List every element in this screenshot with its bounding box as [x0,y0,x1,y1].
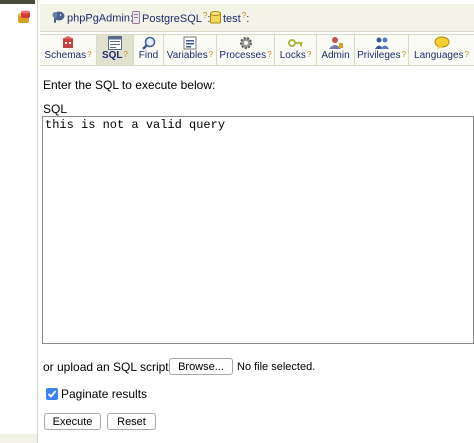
execute-button[interactable]: Execute [44,413,101,430]
find-icon [134,36,163,50]
sql-instructions: Enter the SQL to execute below: [43,78,216,92]
help-mark[interactable]: ? [124,50,128,59]
upload-label: or upload an SQL script: [43,360,172,374]
tree-top-bar [0,0,35,4]
breadcrumb-database[interactable]: test?: [210,11,249,27]
paginate-label: Paginate results [61,387,148,401]
tab-locks-label: Locks [279,50,306,61]
tab-locks[interactable]: Locks? [275,35,317,65]
help-mark[interactable]: ? [401,50,405,59]
help-mark[interactable]: ? [267,50,271,59]
tab-languages[interactable]: Languages? [409,35,474,65]
tab-admin[interactable]: Admin [317,35,355,65]
breadcrumb-engine[interactable]: PostgreSQL?: [132,11,210,27]
admin-icon [317,36,354,50]
breadcrumb-separator: : [246,12,250,25]
help-mark[interactable]: ? [307,50,311,59]
checkmark-icon [47,390,57,398]
variables-icon [164,36,216,50]
sql-icon [97,36,133,50]
paginate-checkbox[interactable] [46,388,58,400]
tab-variables-label: Variables [166,50,208,61]
users-icon [355,36,408,50]
key-icon [275,36,316,50]
no-file-label: No file selected. [237,361,316,373]
database-tabs: Schemas? SQL? Find Variables? Processes?… [40,34,474,66]
breadcrumb: phpPgAdmin: PostgreSQL?: test?: [40,4,474,32]
help-mark[interactable]: ? [209,50,213,59]
help-mark[interactable]: ? [87,50,91,59]
tab-admin-label: Admin [321,50,350,61]
server-icon [132,11,140,27]
gear-icon [217,36,274,50]
tree-bottom-bar [0,434,37,443]
tab-sql[interactable]: SQL? [97,35,134,65]
tab-schemas-label: Schemas [44,50,87,61]
tab-privileges-label: Privileges [357,50,401,61]
breadcrumb-database-label: test [223,12,241,25]
breadcrumb-server[interactable]: phpPgAdmin: [52,11,133,26]
reset-button[interactable]: Reset [107,413,156,430]
tab-schemas[interactable]: Schemas? [40,35,97,65]
tab-languages-label: Languages [414,50,464,61]
tab-variables[interactable]: Variables? [164,35,217,65]
browse-button[interactable]: Browse... [169,358,233,375]
help-mark[interactable]: ? [465,50,469,59]
servers-icon[interactable] [16,10,32,26]
tab-sql-label: SQL [101,50,123,61]
schemas-icon [40,36,96,50]
browser-tree-panel [0,0,38,443]
database-icon [210,11,221,27]
tab-processes[interactable]: Processes? [217,35,275,65]
sql-label: SQL [43,102,68,116]
tab-processes-label: Processes [219,50,267,61]
breadcrumb-server-label: phpPgAdmin [67,12,130,25]
breadcrumb-engine-label: PostgreSQL [142,12,202,25]
tab-find-label: Find [138,50,159,61]
tab-privileges[interactable]: Privileges? [355,35,409,65]
sql-textarea[interactable]: this is not a valid query [42,116,474,344]
tab-find[interactable]: Find [134,35,164,65]
elephant-icon [52,11,65,26]
speech-bubble-icon [409,36,474,50]
